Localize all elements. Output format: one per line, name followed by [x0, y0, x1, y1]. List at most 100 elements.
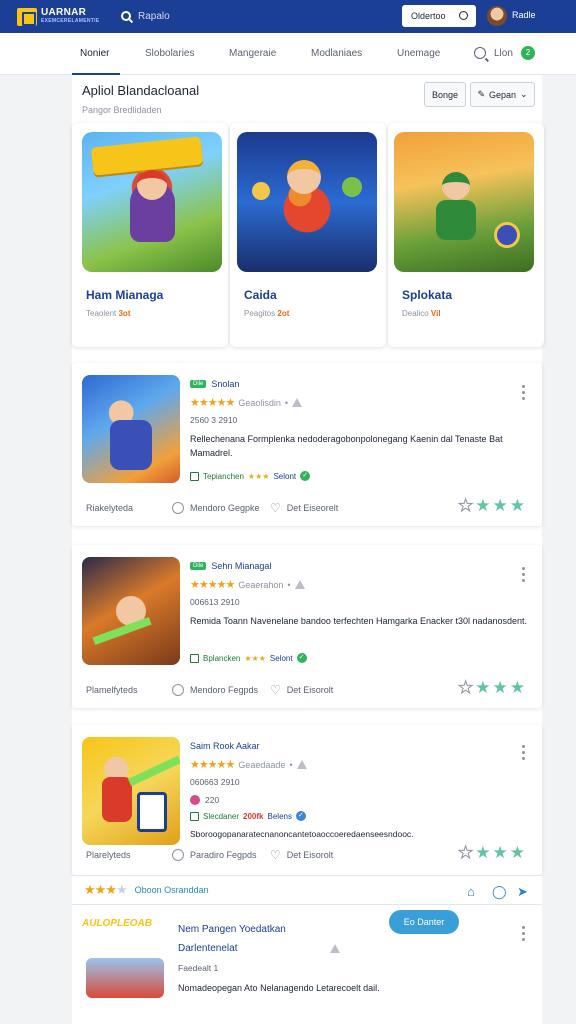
- rate-stars[interactable]: ★★★★: [457, 496, 527, 516]
- item-rating: ★★★★★ Geaedaade •: [190, 758, 307, 771]
- open-button[interactable]: ✎ Gepan ⌄: [470, 82, 535, 107]
- hero-figure: [102, 777, 132, 822]
- tab-2[interactable]: Slobolaries: [145, 48, 194, 59]
- card-thumbnail: [237, 132, 377, 272]
- item-footer: Plamelfyteds Mendoro Fegpds ♡ Det Eisoro…: [86, 683, 334, 697]
- item-title[interactable]: Nem Pangen Yoedatkan: [178, 924, 286, 935]
- logo-text: UARNAR EXEMCERELAMENTIE: [41, 6, 100, 24]
- check-icon: ✓: [300, 471, 311, 481]
- list-item[interactable]: AULOPLEOAB Nem Pangen Yoedatkan Darlente…: [72, 908, 542, 1024]
- chevron-down-icon: ⌄: [520, 89, 528, 99]
- item-badge: Dile: [190, 562, 207, 570]
- item-status: Bplancken ★★★ Selont ✓: [190, 653, 307, 663]
- check-icon: ✓: [296, 653, 307, 663]
- featured-card[interactable]: Caida Peagitos 2ot: [230, 123, 386, 347]
- more-menu-icon[interactable]: [522, 567, 526, 585]
- tab-3[interactable]: Mangeraie: [229, 48, 276, 59]
- app-logo[interactable]: UARNAR EXEMCERELAMENTIE: [17, 6, 100, 26]
- action-strip: ★★★★ Oboon Osranddan ⌂ ◯ ➤: [72, 875, 542, 905]
- hero-figure: [110, 420, 152, 470]
- item-date: 2560 3 2910: [190, 415, 238, 425]
- item-description: Nomadeopegan Ato Nelanagendo Letarecoelt…: [178, 983, 380, 993]
- dot-icon: •: [284, 397, 288, 408]
- pencil-icon: ✎: [477, 89, 485, 99]
- user-label[interactable]: Radle: [512, 10, 536, 20]
- checkbox-icon: [190, 471, 199, 481]
- search-icon[interactable]: [474, 47, 486, 59]
- tab-5[interactable]: Unemage: [397, 48, 440, 59]
- featured-card[interactable]: Splokata Dealico Vil: [388, 123, 544, 347]
- star-rating: ★★★★★: [190, 397, 235, 409]
- nav-user-label[interactable]: Llon: [494, 48, 513, 59]
- checkbox-icon: [190, 811, 199, 821]
- strip-label[interactable]: Oboon Osranddan: [135, 885, 209, 895]
- search-placeholder: Rapalo: [138, 10, 170, 22]
- star-icon: ★★★: [247, 471, 270, 481]
- more-menu-icon[interactable]: [522, 745, 526, 763]
- item-title[interactable]: Snolan: [211, 379, 239, 389]
- verified-icon: ✓: [295, 811, 306, 821]
- item-header: Saim Rook Aakar: [190, 741, 260, 751]
- warning-icon: [294, 580, 305, 589]
- list-item[interactable]: Dile Sehn Mianagal ★★★★★ Geaerahon • 006…: [72, 545, 542, 708]
- item-title[interactable]: Sehn Mianagal: [211, 561, 271, 571]
- comment-icon[interactable]: [172, 684, 184, 696]
- game-art: [86, 958, 164, 998]
- item-extra: 220: [190, 795, 219, 805]
- mode-toggle[interactable]: Oldertoo: [402, 5, 476, 27]
- heart-icon[interactable]: ♡: [270, 501, 281, 515]
- item-date: 060663 2910: [190, 777, 240, 787]
- item-thumbnail: [82, 737, 180, 845]
- item-footer: Riakelyteda Mendoro Gegpke ♡ Det Eiseore…: [86, 501, 339, 515]
- heart-icon[interactable]: ♡: [270, 683, 281, 697]
- game-logo: AULOPLEOAB: [82, 918, 152, 929]
- hero-head: [442, 172, 470, 200]
- share-icon[interactable]: ➤: [517, 884, 528, 900]
- item-subtitle: Darlentenelat: [178, 943, 238, 954]
- more-menu-icon[interactable]: [522, 926, 526, 944]
- item-status: Slecdaner 200fk Belens ✓: [190, 811, 306, 821]
- card-thumbnail: [394, 132, 534, 272]
- item-rating: ★★★★★ Geaolisdin •: [190, 396, 302, 409]
- sword-graphic: [127, 755, 180, 787]
- cta-button[interactable]: Eo Danter: [389, 910, 459, 934]
- card-title: Caida: [244, 288, 277, 302]
- main-panel: Apliol Blandacloanal Pangor Bredlidaden …: [72, 75, 544, 1024]
- featured-card[interactable]: Ham Mianaga Teaolent 3ot: [72, 123, 228, 347]
- star-rating: ★★★★★: [190, 759, 235, 771]
- warning-icon: [330, 944, 340, 953]
- heart-icon[interactable]: ♡: [270, 848, 281, 862]
- dot-icon: •: [289, 759, 293, 770]
- sword-graphic: [92, 616, 152, 646]
- tab-4[interactable]: Modlaniaes: [311, 48, 362, 59]
- item-title[interactable]: Saim Rook Aakar: [190, 741, 260, 751]
- rate-stars[interactable]: ★★★★: [457, 843, 527, 863]
- more-menu-icon[interactable]: [522, 385, 526, 403]
- rate-stars[interactable]: ★★★★: [457, 678, 527, 698]
- search-input[interactable]: Rapalo: [121, 7, 301, 25]
- card-thumbnail: [82, 132, 222, 272]
- item-description: Sboroogopanaratecnanoncantetoaoccoeredae…: [190, 829, 414, 839]
- item-thumbnail: [82, 557, 180, 665]
- logo-icon: [17, 7, 37, 26]
- comment-icon[interactable]: [172, 502, 184, 514]
- item-description: Remida Toann Navenelane bandoo terfechte…: [190, 616, 528, 626]
- item-thumbnail: [82, 375, 180, 483]
- list-item[interactable]: Saim Rook Aakar ★★★★★ Geaedaade • 060663…: [72, 725, 542, 875]
- notification-badge[interactable]: 2: [521, 46, 535, 60]
- top-bar: UARNAR EXEMCERELAMENTIE Rapalo Oldertoo …: [0, 0, 576, 33]
- star-rating[interactable]: ★★★★: [84, 882, 128, 898]
- item-header: Dile Sehn Mianagal: [190, 561, 271, 571]
- item-badge: Dile: [190, 380, 207, 388]
- avatar[interactable]: [487, 6, 507, 26]
- filter-button[interactable]: Bonge: [424, 82, 466, 107]
- tab-home[interactable]: Nonier: [80, 48, 109, 59]
- comment-icon[interactable]: [172, 849, 184, 861]
- card-title: Ham Mianaga: [86, 288, 164, 302]
- comment-icon[interactable]: ◯: [492, 884, 507, 900]
- list-item[interactable]: Dile Snolan ★★★★★ Geaolisdin • 2560 3 29…: [72, 363, 542, 526]
- bookmark-icon[interactable]: ⌂: [467, 884, 475, 899]
- shield-icon: [494, 222, 520, 248]
- dot-icon: •: [287, 579, 291, 590]
- card-title: Splokata: [402, 288, 453, 302]
